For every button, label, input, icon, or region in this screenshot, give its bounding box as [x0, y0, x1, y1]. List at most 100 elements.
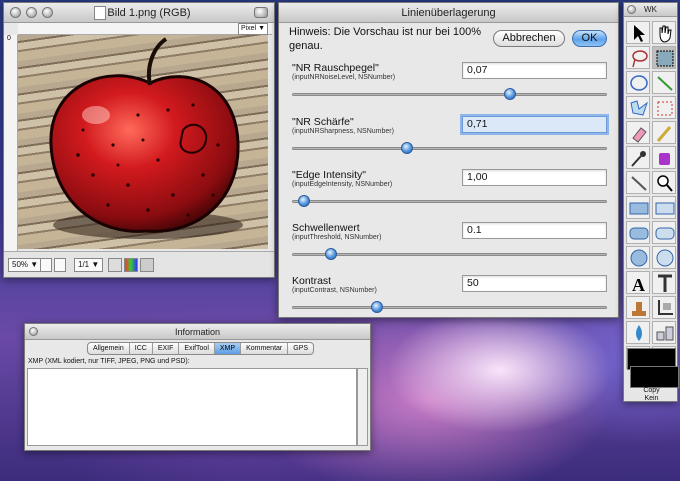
- zoom-select[interactable]: 50% ▼: [8, 258, 43, 272]
- tab-allgemein[interactable]: Allgemein: [88, 343, 130, 354]
- image-window-statusbar: 50% ▼ 1/1 ▼: [4, 251, 274, 277]
- layers-tool-icon[interactable]: [652, 321, 676, 344]
- magnifier-tool-icon[interactable]: [652, 171, 676, 194]
- stamp-tool-icon[interactable]: [626, 296, 650, 319]
- smudge-tool-icon[interactable]: [626, 171, 650, 194]
- rounded-rect-outline-icon[interactable]: [652, 221, 676, 244]
- tab-gps[interactable]: GPS: [288, 343, 313, 354]
- text-tool-icon[interactable]: A: [626, 271, 650, 294]
- arrow-tool-icon[interactable]: [626, 21, 650, 44]
- param-label: Schwellenwert: [292, 222, 360, 234]
- param-key: (inputThreshold, NSNumber): [292, 234, 382, 241]
- rounded-rect-shape-icon[interactable]: [626, 221, 650, 244]
- noise-level-field[interactable]: 0,07: [462, 62, 607, 79]
- param-key: (inputContrast, NSNumber): [292, 287, 377, 294]
- copy-label[interactable]: Copy: [624, 387, 679, 394]
- rect-select-tool-icon[interactable]: [652, 46, 676, 69]
- image-window-title: Bild 1.png (RGB): [107, 7, 191, 19]
- image-window-titlebar[interactable]: Bild 1.png (RGB): [4, 3, 274, 23]
- tab-xmp[interactable]: XMP: [214, 343, 242, 354]
- param-key: (inputNRSharpness, NSNumber): [292, 128, 394, 135]
- paint-bucket-tool-icon[interactable]: [652, 146, 676, 169]
- threshold-slider-knob[interactable]: [325, 248, 338, 260]
- sharpness-slider-track[interactable]: [292, 147, 607, 150]
- xmp-scrollbar[interactable]: [357, 368, 368, 446]
- page-value: 1/1: [78, 260, 90, 269]
- sharpness-field[interactable]: 0,71: [462, 116, 607, 133]
- zoom-value: 50%: [12, 260, 29, 269]
- information-titlebar: Information: [25, 324, 370, 340]
- close-button[interactable]: [29, 327, 38, 336]
- rectangle-shape-icon[interactable]: [626, 196, 650, 219]
- cancel-button[interactable]: Abbrechen: [493, 30, 565, 47]
- xmp-note: XMP (XML kodiert, nur TIFF, JPEG, PNG un…: [28, 358, 190, 365]
- contrast-field[interactable]: 50: [462, 275, 607, 292]
- param-key: (inputEdgeIntensity, NSNumber): [292, 181, 393, 188]
- param-noise-level: "NR Rauschpegel" (inputNRNoiseLevel, NSN…: [289, 62, 609, 117]
- preview-hint: Hinweis: Die Vorschau ist nur bei 100% g…: [289, 26, 481, 52]
- contrast-slider-knob[interactable]: [370, 301, 383, 313]
- contrast-slider-track[interactable]: [292, 306, 607, 309]
- lasso-tool-icon[interactable]: [626, 46, 650, 69]
- rectangle-outline-icon[interactable]: [652, 196, 676, 219]
- noise-level-slider-knob[interactable]: [504, 88, 517, 100]
- ellipse-shape-icon[interactable]: [626, 246, 650, 269]
- info-icon[interactable]: [108, 258, 122, 272]
- tab-kommentar[interactable]: Kommentar: [241, 343, 289, 354]
- edge-intensity-slider-track[interactable]: [292, 200, 607, 203]
- tab-icc[interactable]: ICC: [130, 343, 153, 354]
- zoom-button[interactable]: [42, 7, 53, 18]
- param-label: "NR Rauschpegel": [292, 62, 379, 74]
- text-vertical-tool-icon[interactable]: [652, 271, 676, 294]
- eyedropper-tool-icon[interactable]: [626, 146, 650, 169]
- image-window: Bild 1.png (RGB) Pixel ▼ 0 50% ▼ 1/1 ▼: [3, 2, 275, 278]
- crop-tool-icon[interactable]: [652, 296, 676, 319]
- vertical-ruler: 0: [4, 35, 18, 251]
- background-color-swatch[interactable]: [630, 366, 679, 388]
- tab-exiftool[interactable]: ExifTool: [179, 343, 215, 354]
- minimize-button[interactable]: [26, 7, 37, 18]
- apple-image: [49, 37, 243, 239]
- ellipse-outline-icon[interactable]: [652, 246, 676, 269]
- unit-select[interactable]: Pixel ▼: [237, 23, 268, 35]
- eraser-tool-icon[interactable]: [626, 121, 650, 144]
- tool-palette: WK A Copy Kein: [623, 2, 679, 402]
- param-key: (inputNRNoiseLevel, NSNumber): [292, 74, 396, 81]
- param-contrast: Kontrast (inputContrast, NSNumber) 50: [289, 275, 609, 330]
- param-edge-intensity: "Edge Intensity" (inputEdgeIntensity, NS…: [289, 169, 609, 224]
- zoom-out-icon[interactable]: [40, 258, 52, 272]
- unit-select-value: Pixel: [240, 25, 257, 32]
- grid-view-icon[interactable]: [140, 258, 154, 272]
- param-label: "Edge Intensity": [292, 169, 366, 181]
- image-canvas[interactable]: [18, 35, 268, 249]
- edge-intensity-field[interactable]: 1,00: [462, 169, 607, 186]
- dialog-title: Linienüberlagerung: [401, 7, 496, 19]
- edge-intensity-slider-knob[interactable]: [298, 195, 311, 207]
- toolbar-toggle-button[interactable]: [254, 7, 268, 18]
- xmp-textarea[interactable]: [27, 368, 357, 446]
- color-channels-icon[interactable]: [124, 258, 138, 272]
- ruler-zero: 0: [7, 35, 11, 42]
- param-sharpness: "NR Schärfe" (inputNRSharpness, NSNumber…: [289, 116, 609, 171]
- line-tool-icon[interactable]: [652, 71, 676, 94]
- tab-exif[interactable]: EXIF: [153, 343, 180, 354]
- page-select[interactable]: 1/1 ▼: [74, 258, 104, 272]
- close-button[interactable]: [10, 7, 21, 18]
- close-button[interactable]: [627, 5, 636, 14]
- info-tabs: Allgemein ICC EXIF ExifTool XMP Kommenta…: [87, 342, 315, 355]
- ellipse-select-tool-icon[interactable]: [626, 71, 650, 94]
- magic-wand-tool-icon[interactable]: [652, 96, 676, 119]
- zoom-in-icon[interactable]: [54, 258, 66, 272]
- pencil-tool-icon[interactable]: [652, 121, 676, 144]
- polygon-lasso-tool-icon[interactable]: [626, 96, 650, 119]
- threshold-slider-track[interactable]: [292, 253, 607, 256]
- svg-text:A: A: [632, 275, 645, 294]
- sharpness-slider-knob[interactable]: [401, 142, 414, 154]
- noise-level-slider-track[interactable]: [292, 93, 607, 96]
- ok-button[interactable]: OK: [572, 30, 607, 47]
- threshold-field[interactable]: 0.1: [462, 222, 607, 239]
- hand-tool-icon[interactable]: [652, 21, 676, 44]
- none-label[interactable]: Kein: [624, 395, 679, 402]
- information-window: Information Allgemein ICC EXIF ExifTool …: [24, 323, 371, 451]
- drop-tool-icon[interactable]: [626, 321, 650, 344]
